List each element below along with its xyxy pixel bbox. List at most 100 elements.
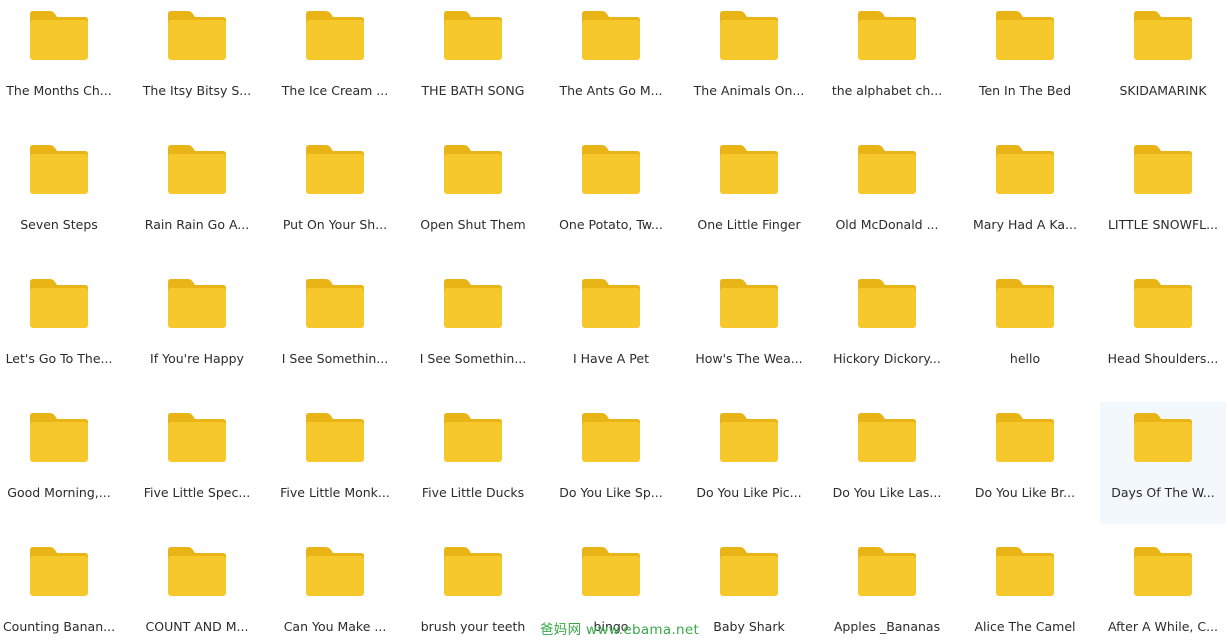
- folder-icon: [442, 546, 504, 598]
- folder-label: Five Little Ducks: [421, 485, 525, 500]
- folder-item[interactable]: Days Of The W...: [1100, 402, 1226, 524]
- folder-icon: [28, 412, 90, 464]
- folder-item[interactable]: Seven Steps: [0, 134, 122, 256]
- folder-item[interactable]: If You're Happy: [134, 268, 260, 390]
- folder-item[interactable]: I See Somethin...: [410, 268, 536, 390]
- folder-icon: [166, 412, 228, 464]
- folder-icon: [166, 144, 228, 196]
- folder-item[interactable]: Counting Banan...: [0, 536, 122, 643]
- folder-label: The Ice Cream ...: [281, 83, 389, 98]
- folder-label: The Itsy Bitsy S...: [142, 83, 252, 98]
- folder-icon: [28, 278, 90, 330]
- folder-label: Can You Make ...: [283, 619, 387, 634]
- folder-label: The Ants Go M...: [559, 83, 663, 98]
- folder-icon: [28, 144, 90, 196]
- folder-label: One Little Finger: [697, 217, 801, 232]
- folder-label: Ten In The Bed: [978, 83, 1072, 98]
- folder-item[interactable]: I Have A Pet: [548, 268, 674, 390]
- folder-item[interactable]: Good Morning,...: [0, 402, 122, 524]
- folder-icon: [442, 412, 504, 464]
- folder-item[interactable]: Let's Go To The...: [0, 268, 122, 390]
- folder-item[interactable]: Do You Like Sp...: [548, 402, 674, 524]
- folder-item[interactable]: One Potato, Tw...: [548, 134, 674, 256]
- folder-label: Days Of The W...: [1111, 485, 1215, 500]
- folder-item[interactable]: Can You Make ...: [272, 536, 398, 643]
- folder-label: Do You Like Sp...: [559, 485, 663, 500]
- folder-icon: [304, 144, 366, 196]
- folder-item[interactable]: The Ice Cream ...: [272, 0, 398, 122]
- folder-item[interactable]: LITTLE SNOWFL...: [1100, 134, 1226, 256]
- folder-icon: [304, 412, 366, 464]
- folder-label: COUNT AND M...: [145, 619, 249, 634]
- folder-icon: [580, 144, 642, 196]
- folder-item[interactable]: Five Little Spec...: [134, 402, 260, 524]
- folder-item[interactable]: Do You Like Br...: [962, 402, 1088, 524]
- folder-item[interactable]: Open Shut Them: [410, 134, 536, 256]
- folder-item[interactable]: The Animals On...: [686, 0, 812, 122]
- folder-label: hello: [1009, 351, 1041, 366]
- folder-label: Baby Shark: [713, 619, 785, 634]
- folder-item[interactable]: Five Little Ducks: [410, 402, 536, 524]
- folder-label: The Animals On...: [693, 83, 805, 98]
- folder-icon: [856, 144, 918, 196]
- folder-icon: [1132, 278, 1194, 330]
- folder-item[interactable]: hello: [962, 268, 1088, 390]
- folder-grid: The Months Ch... The Itsy Bitsy S... The I…: [0, 0, 1228, 643]
- folder-item[interactable]: I See Somethin...: [272, 268, 398, 390]
- folder-icon: [1132, 10, 1194, 62]
- folder-item[interactable]: Head Shoulders...: [1100, 268, 1226, 390]
- folder-item[interactable]: COUNT AND M...: [134, 536, 260, 643]
- folder-icon: [580, 412, 642, 464]
- folder-label: Rain Rain Go A...: [144, 217, 250, 232]
- folder-item[interactable]: Ten In The Bed: [962, 0, 1088, 122]
- folder-icon: [718, 546, 780, 598]
- folder-icon: [1132, 546, 1194, 598]
- folder-item[interactable]: Do You Like Las...: [824, 402, 950, 524]
- folder-item[interactable]: THE BATH SONG: [410, 0, 536, 122]
- folder-icon: [718, 278, 780, 330]
- folder-item[interactable]: Do You Like Pic...: [686, 402, 812, 524]
- folder-label: SKIDAMARINK: [1119, 83, 1207, 98]
- folder-label: One Potato, Tw...: [559, 217, 663, 232]
- folder-item[interactable]: The Months Ch...: [0, 0, 122, 122]
- folder-item[interactable]: Mary Had A Ka...: [962, 134, 1088, 256]
- folder-icon: [856, 10, 918, 62]
- folder-item[interactable]: Apples _Bananas: [824, 536, 950, 643]
- folder-label: Do You Like Las...: [832, 485, 942, 500]
- folder-label: Alice The Camel: [974, 619, 1076, 634]
- folder-icon: [994, 144, 1056, 196]
- folder-icon: [166, 278, 228, 330]
- folder-icon: [1132, 144, 1194, 196]
- folder-icon: [442, 10, 504, 62]
- folder-item[interactable]: The Ants Go M...: [548, 0, 674, 122]
- folder-label: I See Somethin...: [419, 351, 527, 366]
- folder-label: Do You Like Pic...: [696, 485, 802, 500]
- folder-icon: [718, 412, 780, 464]
- folder-icon: [580, 546, 642, 598]
- folder-label: How's The Wea...: [695, 351, 803, 366]
- folder-label: Open Shut Them: [420, 217, 526, 232]
- folder-item[interactable]: brush your teeth: [410, 536, 536, 643]
- folder-label: The Months Ch...: [6, 83, 112, 98]
- folder-item[interactable]: Rain Rain Go A...: [134, 134, 260, 256]
- folder-label: Old McDonald ...: [835, 217, 939, 232]
- folder-label: the alphabet ch...: [831, 83, 943, 98]
- folder-item[interactable]: After A While, C...: [1100, 536, 1226, 643]
- folder-item[interactable]: Hickory Dickory...: [824, 268, 950, 390]
- folder-label: Head Shoulders...: [1107, 351, 1219, 366]
- folder-item[interactable]: One Little Finger: [686, 134, 812, 256]
- folder-item[interactable]: Alice The Camel: [962, 536, 1088, 643]
- folder-item[interactable]: Baby Shark: [686, 536, 812, 643]
- folder-icon: [28, 546, 90, 598]
- folder-item[interactable]: SKIDAMARINK: [1100, 0, 1226, 122]
- folder-label: If You're Happy: [150, 351, 244, 366]
- folder-icon: [1132, 412, 1194, 464]
- folder-item[interactable]: Five Little Monk...: [272, 402, 398, 524]
- folder-label: I See Somethin...: [281, 351, 389, 366]
- folder-item[interactable]: Old McDonald ...: [824, 134, 950, 256]
- folder-item[interactable]: The Itsy Bitsy S...: [134, 0, 260, 122]
- folder-icon: [166, 10, 228, 62]
- folder-item[interactable]: Put On Your Sh...: [272, 134, 398, 256]
- folder-item[interactable]: How's The Wea...: [686, 268, 812, 390]
- folder-item[interactable]: the alphabet ch...: [824, 0, 950, 122]
